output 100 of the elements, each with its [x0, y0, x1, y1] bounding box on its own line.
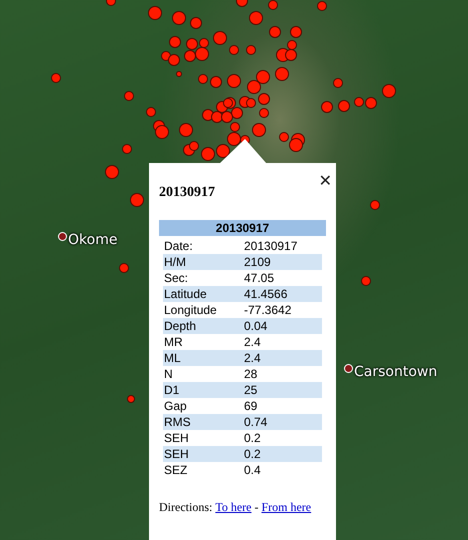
earthquake-marker[interactable]	[229, 45, 239, 55]
table-cell-text: 0.2	[243, 430, 262, 446]
earthquake-marker[interactable]	[124, 91, 134, 101]
earthquake-marker[interactable]	[176, 71, 182, 77]
earthquake-marker[interactable]	[201, 147, 215, 161]
table-cell-text: ML	[163, 350, 182, 366]
earthquake-marker[interactable]	[213, 31, 227, 45]
earthquake-marker[interactable]	[252, 123, 266, 137]
table-cell-text: 41.4566	[243, 286, 288, 302]
table-cell-text: RMS	[163, 414, 192, 430]
earthquake-marker[interactable]	[210, 76, 222, 88]
earthquake-marker[interactable]	[172, 11, 186, 25]
directions-link[interactable]: From here	[261, 500, 312, 515]
earthquake-marker[interactable]	[130, 193, 144, 207]
earthquake-marker[interactable]	[259, 108, 269, 118]
table-cell-text: 2.4	[243, 350, 262, 366]
earthquake-marker[interactable]	[227, 132, 241, 146]
earthquake-marker[interactable]	[221, 111, 233, 123]
table-cell-text: 2.4	[243, 334, 262, 350]
earthquake-marker[interactable]	[246, 98, 256, 108]
earthquake-marker[interactable]	[275, 67, 289, 81]
earthquake-marker[interactable]	[198, 74, 208, 84]
earthquake-marker[interactable]	[258, 93, 270, 105]
earthquake-marker[interactable]	[51, 73, 61, 83]
earthquake-marker[interactable]	[317, 1, 327, 11]
earthquake-marker[interactable]	[211, 111, 223, 123]
table-cell-text: MR	[163, 334, 184, 350]
earthquake-marker[interactable]	[268, 0, 278, 10]
earthquake-marker[interactable]	[227, 74, 241, 88]
earthquake-marker[interactable]	[223, 98, 233, 108]
earthquake-marker[interactable]	[269, 26, 281, 38]
earthquake-marker[interactable]	[289, 138, 303, 152]
place-marker[interactable]	[58, 232, 67, 241]
place-marker[interactable]	[344, 364, 353, 373]
earthquake-marker[interactable]	[287, 40, 297, 50]
table-cell-text: 0.74	[243, 414, 268, 430]
separator-text: -	[254, 500, 258, 515]
table-cell-text: -77.3642	[243, 302, 292, 318]
earthquake-marker[interactable]	[246, 45, 256, 55]
table-cell-text: Gap	[163, 398, 188, 414]
earthquake-marker[interactable]	[370, 200, 380, 210]
earthquake-marker[interactable]	[186, 38, 198, 50]
earthquake-marker[interactable]	[279, 132, 289, 142]
earthquake-marker[interactable]	[361, 276, 371, 286]
earthquake-marker[interactable]	[184, 50, 196, 62]
earthquake-marker[interactable]	[168, 54, 180, 66]
table-header: 20130917	[159, 220, 326, 236]
table-cell-text: H/M	[163, 254, 187, 270]
table-cell-text: 47.05	[243, 270, 276, 286]
earthquake-marker[interactable]	[216, 144, 230, 158]
table-cell-text: Latitude	[163, 286, 208, 302]
directions-link[interactable]: To here	[215, 500, 252, 515]
earthquake-marker[interactable]	[122, 144, 132, 154]
earthquake-marker[interactable]	[161, 51, 171, 61]
earthquake-marker[interactable]	[285, 49, 297, 61]
table-cell-text: 0.04	[243, 318, 268, 334]
table-cell-text: Date:	[163, 238, 194, 254]
table-cell-text: Longitude	[163, 302, 218, 318]
earthquake-marker[interactable]	[105, 165, 119, 179]
earthquake-marker[interactable]	[155, 125, 169, 139]
earthquake-marker[interactable]	[190, 17, 202, 29]
earthquake-marker[interactable]	[127, 395, 135, 403]
earthquake-marker[interactable]	[119, 263, 129, 273]
table-cell-text: 25	[243, 382, 258, 398]
earthquake-marker[interactable]	[333, 78, 343, 88]
earthquake-marker[interactable]	[231, 107, 243, 119]
earthquake-marker[interactable]	[256, 70, 270, 84]
directions-label: Directions:	[159, 500, 212, 515]
earthquake-marker[interactable]	[247, 80, 261, 94]
table-cell-text: 20130917	[243, 238, 298, 254]
table-cell-text: Depth	[163, 318, 198, 334]
earthquake-marker[interactable]	[169, 36, 181, 48]
earthquake-marker[interactable]	[249, 11, 263, 25]
earthquake-marker[interactable]	[365, 97, 377, 109]
close-button[interactable]: ✕	[318, 171, 332, 190]
earthquake-marker[interactable]	[148, 6, 162, 20]
table-cell-text: 0.4	[243, 462, 262, 478]
table-cell-text: D1	[163, 382, 180, 398]
earthquake-marker[interactable]	[338, 100, 350, 112]
table-cell-text: Sec:	[163, 270, 190, 286]
earthquake-marker[interactable]	[290, 26, 302, 38]
earthquake-marker[interactable]	[199, 38, 209, 48]
place-label: Okome	[68, 232, 118, 248]
popup-title: 20130917	[159, 185, 216, 201]
earthquake-marker[interactable]	[202, 109, 214, 121]
table-cell-text: SEH	[163, 430, 190, 446]
place-label: Carsontown	[354, 364, 438, 380]
earthquake-marker[interactable]	[354, 97, 364, 107]
earthquake-marker[interactable]	[321, 101, 333, 113]
satellite-map[interactable]	[0, 0, 468, 540]
earthquake-marker[interactable]	[146, 107, 156, 117]
earthquake-marker[interactable]	[179, 123, 193, 137]
table-cell-text: N	[163, 366, 174, 382]
popup-pointer	[219, 139, 267, 164]
earthquake-marker[interactable]	[230, 122, 240, 132]
table-cell-text: 0.2	[243, 446, 262, 462]
earthquake-marker[interactable]	[382, 84, 396, 98]
earthquake-marker[interactable]	[189, 141, 199, 151]
table-cell-text: 69	[243, 398, 258, 414]
earthquake-marker[interactable]	[195, 47, 209, 61]
